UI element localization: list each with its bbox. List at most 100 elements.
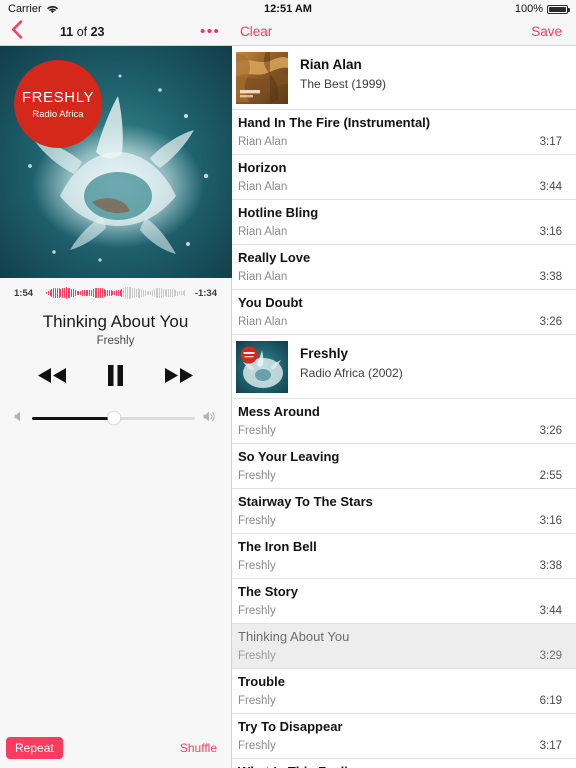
track-row[interactable]: What Is This FeelingFreshly bbox=[232, 759, 576, 768]
album-title: Radio Africa (2002) bbox=[300, 366, 403, 380]
track-row[interactable]: Trouble Freshly 6:19 bbox=[232, 669, 576, 714]
player-panel: FRESHLY Radio Africa 1:54 -1:34 Thinking… bbox=[0, 46, 232, 768]
track-row[interactable]: Hand In The Fire (Instrumental) Rian Alan… bbox=[232, 110, 576, 155]
track-title: Stairway To The Stars bbox=[238, 494, 373, 510]
track-artist: Freshly bbox=[238, 694, 276, 707]
track-subrow: Freshly 3:38 bbox=[238, 560, 562, 572]
waveform-bar bbox=[177, 290, 178, 296]
nav-bar: 11 of 23 ••• Clear Save bbox=[0, 18, 576, 46]
track-row[interactable]: Horizon Rian Alan 3:44 bbox=[232, 155, 576, 200]
remaining-time: -1:34 bbox=[194, 287, 217, 299]
waveform-bar bbox=[112, 290, 114, 296]
waveform-bar bbox=[78, 290, 80, 296]
waveform-bar bbox=[143, 289, 144, 297]
waveform-bar bbox=[63, 287, 65, 299]
track-title: Hand In The Fire (Instrumental) bbox=[238, 115, 431, 131]
album-header[interactable]: Freshly Radio Africa (2002) bbox=[232, 335, 576, 399]
save-button[interactable]: Save bbox=[531, 24, 562, 39]
now-playing-info: Thinking About You Freshly bbox=[0, 312, 231, 347]
waveform-bar bbox=[144, 290, 146, 296]
album-title: The Best (1999) bbox=[300, 77, 387, 91]
track-row[interactable]: Mess Around Freshly 3:26 bbox=[232, 399, 576, 444]
waveform-bar bbox=[47, 290, 49, 296]
repeat-button[interactable]: Repeat bbox=[6, 737, 63, 759]
album-meta: Freshly Radio Africa (2002) bbox=[300, 341, 403, 380]
volume-high-icon bbox=[203, 409, 217, 427]
waveform-bar bbox=[137, 288, 139, 298]
rewind-button[interactable] bbox=[37, 367, 67, 389]
waveform-bar bbox=[173, 289, 175, 297]
waveform-bar bbox=[74, 290, 76, 296]
waveform-bar bbox=[162, 288, 164, 298]
waveform-bar bbox=[56, 287, 58, 299]
clear-button[interactable]: Clear bbox=[240, 24, 272, 39]
transport-controls bbox=[0, 365, 231, 391]
track-row[interactable]: The Iron Bell Freshly 3:38 bbox=[232, 534, 576, 579]
waveform-bar bbox=[103, 289, 105, 297]
track-row-playing[interactable]: Thinking About You Freshly 3:29 bbox=[232, 624, 576, 669]
shuffle-button[interactable]: Shuffle bbox=[180, 741, 223, 755]
waveform-bar bbox=[80, 290, 81, 296]
track-duration: 3:26 bbox=[539, 315, 562, 328]
track-duration: 2:55 bbox=[539, 469, 562, 482]
track-artist: Rian Alan bbox=[238, 180, 288, 193]
track-row[interactable]: You Doubt Rian Alan 3:26 bbox=[232, 290, 576, 335]
waveform-bar bbox=[49, 289, 51, 297]
track-subrow: Freshly 6:19 bbox=[238, 695, 562, 707]
playback-scrubber[interactable]: 1:54 -1:34 bbox=[0, 282, 231, 304]
album-header[interactable]: Rian Alan The Best (1999) bbox=[232, 46, 576, 110]
waveform-bar bbox=[58, 288, 60, 298]
volume-control[interactable] bbox=[0, 409, 231, 427]
nav-bar-right: Clear Save bbox=[232, 18, 576, 45]
waveform-bar bbox=[155, 288, 157, 298]
back-button[interactable] bbox=[0, 19, 34, 44]
track-row[interactable]: Stairway To The Stars Freshly 3:16 bbox=[232, 489, 576, 534]
wifi-icon bbox=[46, 5, 58, 14]
waveform-bar bbox=[128, 286, 130, 300]
volume-slider-knob[interactable] bbox=[107, 411, 120, 425]
queue-separator: of bbox=[73, 24, 91, 39]
album-artwork[interactable]: FRESHLY Radio Africa bbox=[0, 46, 232, 278]
track-row[interactable]: The Story Freshly 3:44 bbox=[232, 579, 576, 624]
playlist-panel[interactable]: Rian Alan The Best (1999) Hand In The Fire… bbox=[232, 46, 576, 768]
now-playing-artist: Freshly bbox=[96, 335, 135, 347]
track-duration: 3:16 bbox=[539, 225, 562, 238]
more-options-icon[interactable]: ••• bbox=[200, 24, 220, 39]
waveform-bar bbox=[90, 289, 92, 297]
waveform-scrubber[interactable] bbox=[46, 285, 186, 301]
status-bar-right: 100% bbox=[515, 3, 570, 15]
rian-alan-album-thumb bbox=[236, 52, 288, 104]
waveform-bar bbox=[132, 287, 134, 299]
waveform-bar bbox=[153, 289, 155, 297]
waveform-bar bbox=[83, 289, 85, 297]
track-duration: 3:38 bbox=[539, 559, 562, 572]
track-row[interactable]: So Your Leaving Freshly 2:55 bbox=[232, 444, 576, 489]
volume-slider-fill bbox=[32, 416, 114, 420]
waveform-bar bbox=[101, 288, 103, 298]
volume-slider[interactable] bbox=[32, 411, 195, 425]
waveform-bar bbox=[114, 290, 116, 296]
waveform-bar bbox=[71, 288, 72, 298]
track-row[interactable]: Try To Disappear Freshly 3:17 bbox=[232, 714, 576, 759]
waveform-bar bbox=[125, 287, 126, 299]
waveform-bar bbox=[62, 288, 63, 298]
track-artist: Freshly bbox=[238, 739, 276, 752]
track-title: Thinking About You bbox=[238, 629, 350, 645]
track-subrow: Freshly 3:26 bbox=[238, 425, 562, 437]
track-row[interactable]: Hotline Bling Rian Alan 3:16 bbox=[232, 200, 576, 245]
waveform-bar bbox=[85, 289, 87, 297]
track-row[interactable]: Really Love Rian Alan 3:38 bbox=[232, 245, 576, 290]
waveform-bar bbox=[96, 287, 98, 299]
fast-forward-button[interactable] bbox=[164, 367, 194, 389]
waveform-bar bbox=[130, 286, 132, 300]
pause-button[interactable] bbox=[107, 365, 124, 391]
track-subrow: Freshly 3:17 bbox=[238, 740, 562, 752]
track-title: So Your Leaving bbox=[238, 449, 340, 465]
track-title: Try To Disappear bbox=[238, 719, 343, 735]
nav-bar-left: 11 of 23 ••• bbox=[0, 18, 232, 45]
track-duration: 3:38 bbox=[539, 270, 562, 283]
track-duration: 3:16 bbox=[539, 514, 562, 527]
waveform-bar bbox=[168, 289, 169, 297]
pause-icon bbox=[107, 365, 124, 391]
waveform-bar bbox=[92, 289, 94, 297]
